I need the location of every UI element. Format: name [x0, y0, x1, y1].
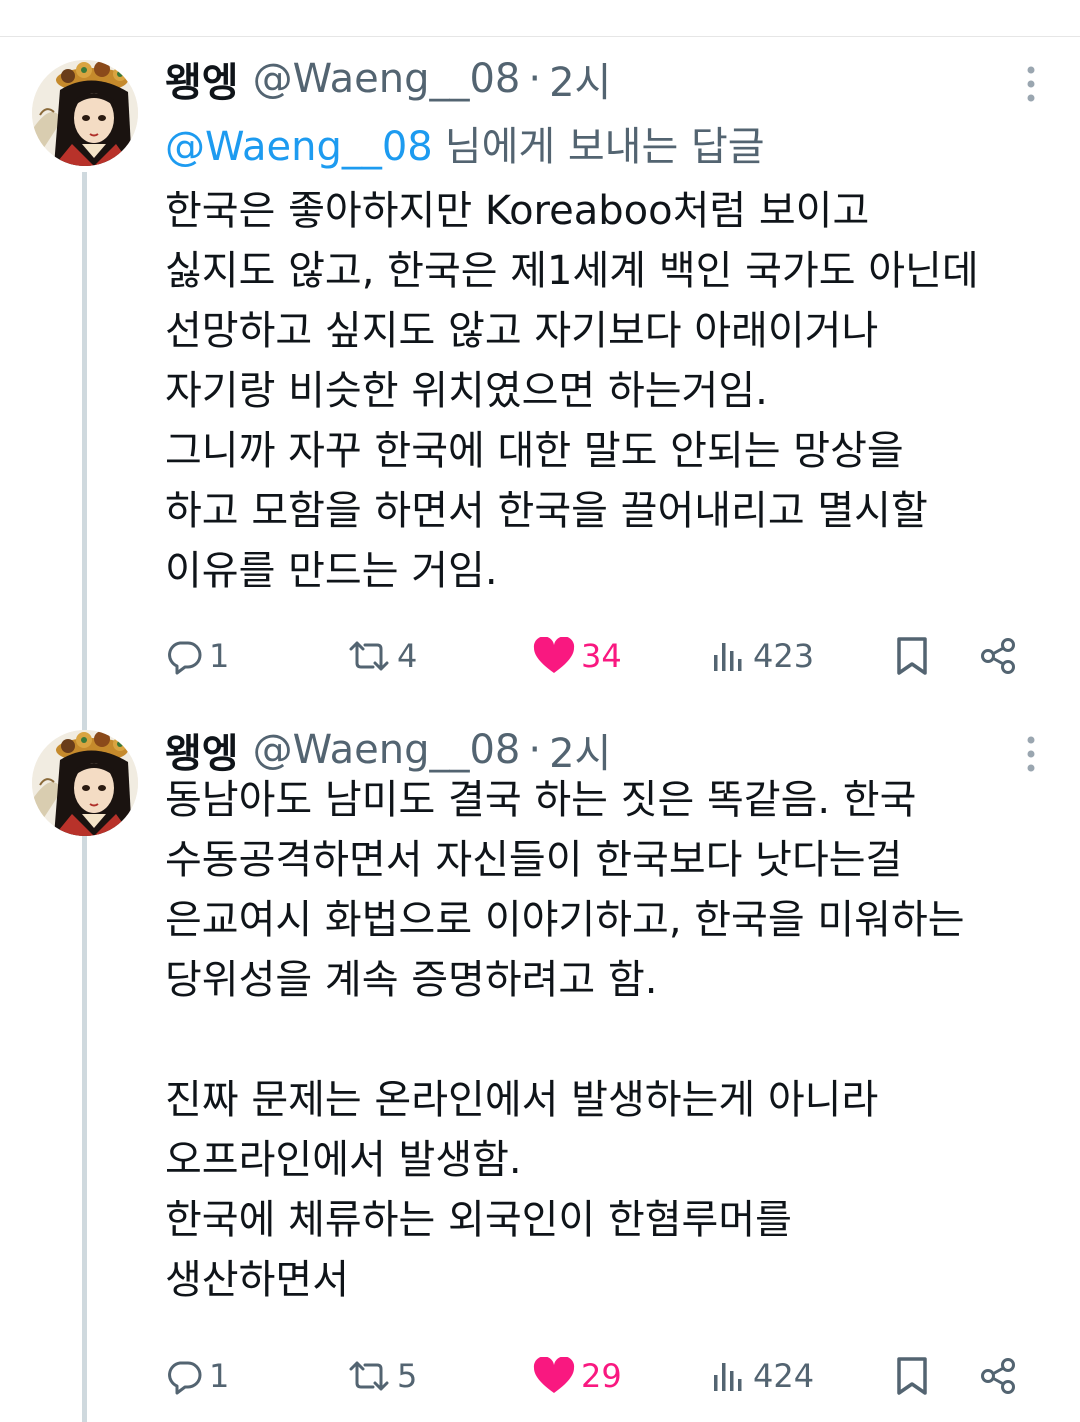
share-icon	[981, 1358, 1015, 1394]
reply-count: 1	[209, 637, 230, 675]
bookmark-button[interactable]	[893, 626, 931, 686]
tweet-header: 왱엥 @Waeng__08 · 2시	[165, 51, 611, 107]
tweet-text-line: 한국에 체류하는 외국인이 한혐루머를	[165, 1197, 792, 1243]
bookmark-button[interactable]	[893, 1346, 931, 1406]
retweet-button[interactable]: 4	[347, 626, 417, 686]
like-button[interactable]: 29	[533, 1346, 622, 1406]
views-button[interactable]: 424	[711, 1346, 814, 1406]
user-handle[interactable]: @Waeng__08	[253, 727, 521, 773]
avatar[interactable]	[32, 60, 138, 166]
action-bar: 1 5 29 424	[165, 1346, 1045, 1406]
tweet-text-line: 수동공격하면서 자신들이 한국보다 낫다는걸	[165, 837, 903, 883]
retweet-count: 4	[397, 637, 418, 675]
separator-dot: ·	[528, 727, 542, 773]
tweet-text-line: 그니까 자꾸 한국에 대한 말도 안되는 망상을	[165, 428, 904, 474]
like-count: 34	[581, 637, 622, 675]
reply-button[interactable]: 1	[165, 1346, 229, 1406]
like-button[interactable]: 34	[533, 626, 622, 686]
tweet-text-line: 동남아도 남미도 결국 하는 짓은 똑같음. 한국	[165, 777, 917, 823]
tweet: 왱엥 @Waeng__08 · 2시 동남아도 남미도 결국 하는 짓은 똑같음…	[0, 716, 1080, 1422]
views-icon	[714, 1363, 742, 1391]
view-count: 423	[753, 637, 815, 675]
tweet-text-line: 진짜 문제는 온라인에서 발생하는게 아니라	[165, 1077, 879, 1123]
tweet-text: 한국은 좋아하지만 Koreaboo처럼 보이고 싫지도 않고, 한국은 제1세…	[165, 181, 1045, 601]
bookmark-icon	[897, 637, 927, 675]
share-button[interactable]	[977, 1346, 1019, 1406]
tweet-text-line: 생산하면서	[165, 1257, 349, 1303]
separator-dot: ·	[528, 56, 542, 102]
avatar[interactable]	[32, 730, 138, 836]
timestamp[interactable]: 2시	[549, 50, 611, 108]
tweet-text: 동남아도 남미도 결국 하는 짓은 똑같음. 한국 수동공격하면서 자신들이 한…	[165, 770, 1045, 1310]
avatar-illustration	[32, 60, 138, 166]
tweet-text-line: 한국은 좋아하지만 Koreaboo처럼 보이고	[165, 188, 870, 234]
retweet-icon	[349, 641, 389, 671]
tweet-text-line: 자기랑 비슷한 위치였으면 하는거임.	[165, 368, 768, 414]
share-icon	[981, 638, 1015, 674]
view-count: 424	[753, 1357, 815, 1395]
reply-to-suffix: 님에게 보내는 답글	[444, 124, 765, 170]
user-handle[interactable]: @Waeng__08	[253, 56, 521, 102]
reply-icon	[168, 641, 202, 675]
more-options-icon[interactable]	[1026, 64, 1036, 104]
like-count: 29	[581, 1357, 622, 1395]
retweet-button[interactable]: 5	[347, 1346, 417, 1406]
bookmark-icon	[897, 1357, 927, 1395]
avatar-illustration	[32, 730, 138, 836]
display-name[interactable]: 왱엥	[165, 50, 239, 108]
more-options-icon[interactable]	[1026, 734, 1036, 774]
tweet: 왱엥 @Waeng__08 · 2시 @Waeng__08 님에게 보내는 답글 …	[0, 36, 1080, 862]
heart-icon	[533, 637, 575, 673]
reply-count: 1	[209, 1357, 230, 1395]
reply-button[interactable]: 1	[165, 626, 229, 686]
tweet-text-line: 당위성을 계속 증명하려고 함.	[165, 957, 658, 1003]
tweet-text-line: 하고 모함을 하면서 한국을 끌어내리고 멸시할	[165, 488, 928, 534]
tweet-text-line: 오프라인에서 발생함.	[165, 1137, 522, 1183]
views-button[interactable]: 423	[711, 626, 814, 686]
retweet-count: 5	[397, 1357, 418, 1395]
views-icon	[714, 643, 742, 671]
tweet-text-line: 선망하고 싶지도 않고 자기보다 아래이거나	[165, 308, 879, 354]
tweet-text-line: 은교여시 화법으로 이야기하고, 한국을 미워하는	[165, 897, 965, 943]
action-bar: 1 4 34 423	[165, 626, 1045, 686]
tweet-text-line: 싫지도 않고, 한국은 제1세계 백인 국가도 아닌데	[165, 248, 979, 294]
reply-icon	[168, 1361, 202, 1395]
reply-mention-link[interactable]: @Waeng__08	[165, 124, 433, 170]
retweet-icon	[349, 1361, 389, 1391]
thread-line	[82, 842, 87, 1422]
heart-icon	[533, 1357, 575, 1393]
tweet-text-line: 이유를 만드는 거임.	[165, 548, 498, 594]
replying-to: @Waeng__08 님에게 보내는 답글	[165, 114, 765, 172]
share-button[interactable]	[977, 626, 1019, 686]
